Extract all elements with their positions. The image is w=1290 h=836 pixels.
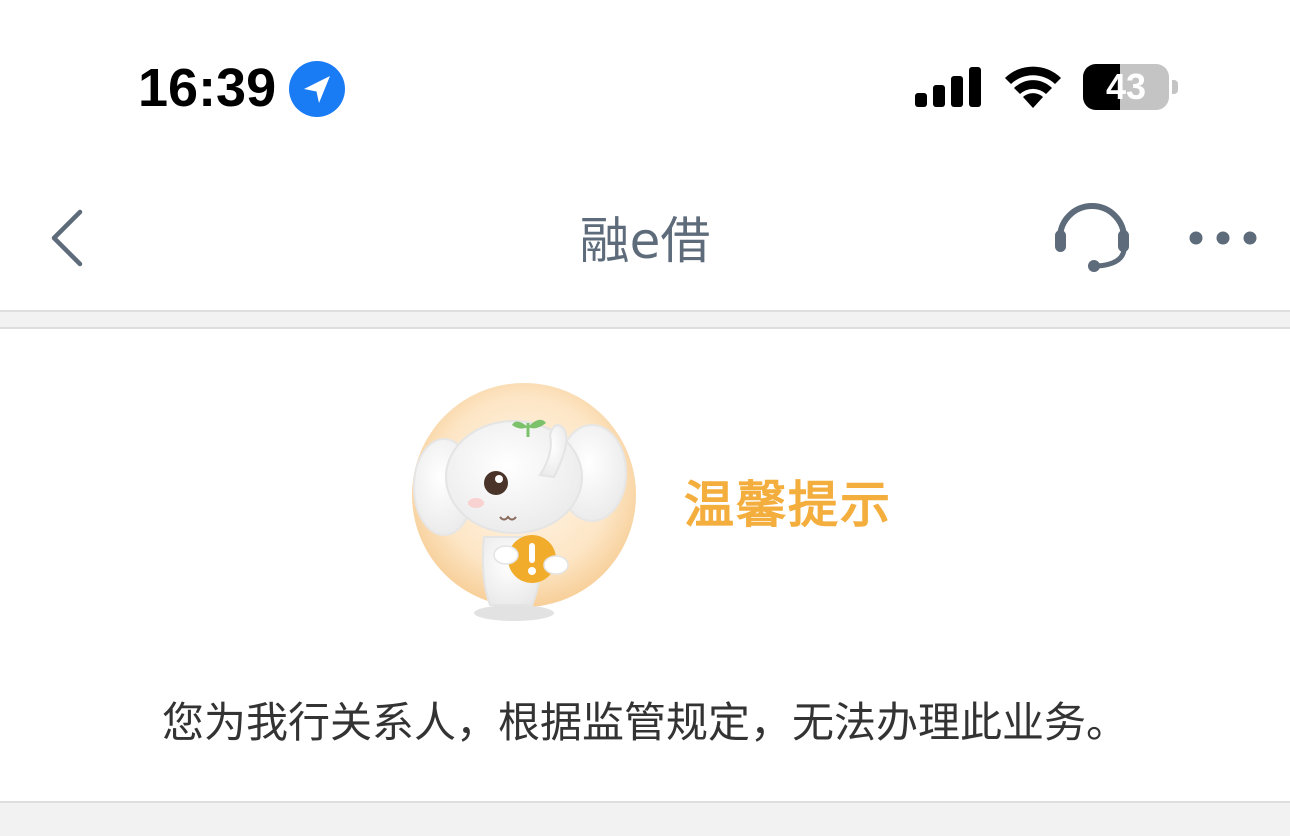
location-arrow-icon (289, 61, 345, 117)
notice-title: 温馨提示 (684, 476, 892, 534)
notice-message: 您为我行关系人，根据监管规定，无法办理此业务。 (161, 698, 1128, 747)
elephant-mascot-warning-icon (412, 383, 636, 621)
status-time: 16:39 (138, 58, 277, 118)
battery-level: 43 (1105, 66, 1147, 107)
headset-icon[interactable] (1050, 198, 1134, 274)
wifi-icon (1005, 66, 1061, 108)
more-dots-icon[interactable] (1186, 220, 1260, 256)
nav-bar: 融e借 (0, 170, 1290, 312)
battery-icon: 43 (1083, 64, 1179, 110)
cellular-signal-icon (915, 67, 981, 107)
notice-card: 温馨提示 您为我行关系人，根据监管规定，无法办理此业务。 (0, 327, 1290, 803)
status-bar: 16:39 43 (0, 0, 1290, 170)
page-title: 融e借 (579, 212, 711, 270)
battery-body: 43 (1083, 64, 1169, 110)
chevron-left-icon[interactable] (36, 206, 96, 270)
screen: 16:39 43 融e借 温馨提示 您为我行关系人，根据监管规定，无法办理此业务… (0, 0, 1290, 836)
battery-tip (1172, 80, 1178, 94)
